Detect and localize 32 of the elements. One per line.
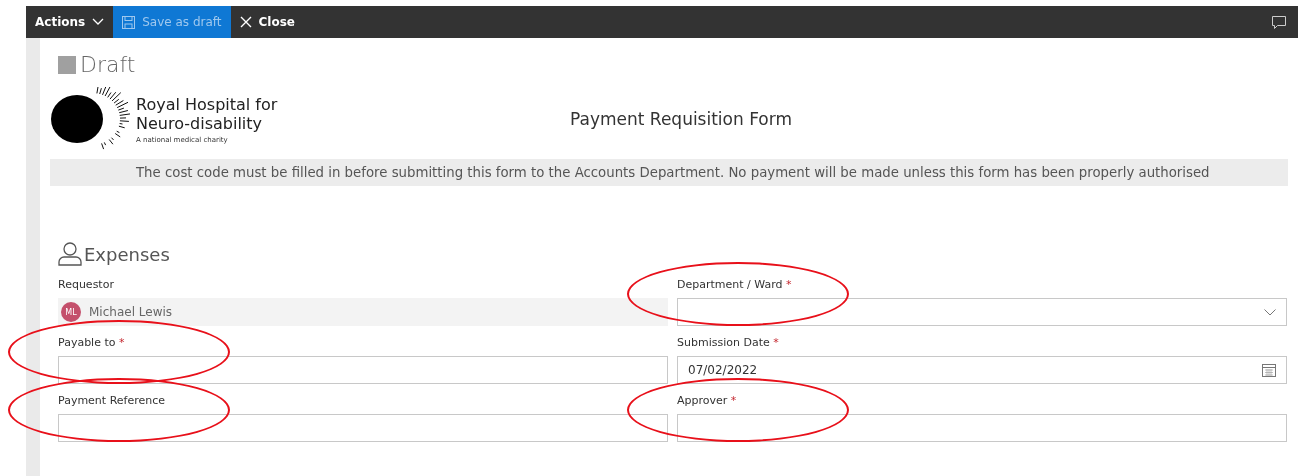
field-label: Payment Reference bbox=[58, 394, 167, 409]
form-title: Payment Requisition Form bbox=[570, 109, 792, 129]
toolbar-button[interactable]: Actions bbox=[26, 6, 114, 38]
section-title: Expenses bbox=[84, 243, 170, 265]
required-asterisk: * bbox=[773, 336, 779, 349]
required-asterisk: * bbox=[119, 336, 125, 349]
avatar: ML bbox=[61, 302, 81, 322]
status-square-icon bbox=[58, 55, 76, 74]
chevron-down-icon bbox=[92, 18, 105, 26]
logo-name: Royal Hospital for bbox=[136, 94, 278, 114]
input-field[interactable] bbox=[58, 356, 668, 384]
field-label: Payable to * bbox=[58, 336, 126, 351]
required-asterisk: * bbox=[730, 394, 737, 407]
comment-icon bbox=[1272, 15, 1286, 29]
chevron-down-icon bbox=[1264, 308, 1276, 316]
date-field[interactable]: 07/02/2022 bbox=[677, 356, 1287, 384]
notice-banner: The cost code must be filled in before submitting this form to the Accounts Department. No payment will be made unless this form has been properly authorised bbox=[50, 159, 1288, 186]
required-asterisk: * bbox=[786, 278, 792, 291]
field-label: Requestor bbox=[58, 278, 115, 293]
person-icon bbox=[58, 242, 82, 266]
field-label: Submission Date * bbox=[677, 336, 780, 351]
input-field[interactable] bbox=[677, 414, 1287, 442]
field-label: Department / Ward * bbox=[677, 278, 793, 293]
input-field[interactable] bbox=[58, 414, 668, 442]
logo-name: Neuro-disability bbox=[136, 113, 263, 133]
field-label: Approver * bbox=[677, 394, 738, 409]
close-icon bbox=[239, 16, 252, 28]
calendar-icon bbox=[1262, 363, 1276, 377]
status-title: Draft bbox=[80, 52, 136, 77]
dropdown-field[interactable] bbox=[677, 298, 1287, 326]
person-name: Michael Lewis bbox=[89, 305, 173, 319]
toolbar-button[interactable]: Close bbox=[230, 6, 304, 38]
